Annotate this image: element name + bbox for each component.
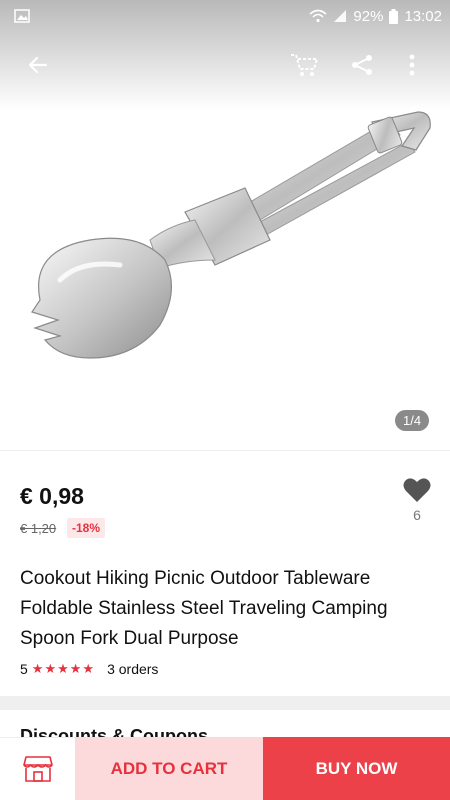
star-rating-icon: ★★★★★ bbox=[31, 661, 96, 676]
store-icon bbox=[22, 756, 53, 782]
cart-icon bbox=[291, 54, 318, 76]
battery-percent: 92% bbox=[353, 7, 384, 25]
bottom-action-bar: ADD TO CART BUY NOW bbox=[0, 737, 450, 800]
product-info: € 0,98 € 1,20 -18% 6 Cookout Hiking Picn… bbox=[0, 450, 450, 695]
wifi-icon bbox=[309, 9, 327, 23]
discount-badge: -18% bbox=[67, 518, 106, 538]
section-divider bbox=[0, 696, 450, 710]
gallery-page-indicator: 1/4 bbox=[395, 410, 430, 431]
orders-count: 3 orders bbox=[107, 661, 159, 677]
app-bar bbox=[0, 36, 450, 94]
add-to-cart-button[interactable]: ADD TO CART bbox=[75, 737, 263, 800]
share-icon bbox=[352, 55, 372, 75]
wishlist-button[interactable]: 6 bbox=[400, 477, 434, 523]
buy-now-button[interactable]: BUY NOW bbox=[263, 737, 450, 800]
status-bar: 92% 13:02 bbox=[0, 0, 450, 32]
back-button[interactable] bbox=[16, 43, 60, 87]
product-image[interactable] bbox=[20, 100, 440, 370]
battery-icon bbox=[389, 8, 399, 24]
rating-row[interactable]: 5 ★★★★★ 3 orders bbox=[20, 661, 158, 677]
price: € 0,98 bbox=[20, 483, 84, 509]
original-price: € 1,20 bbox=[20, 521, 57, 536]
signal-icon bbox=[333, 9, 347, 23]
arrow-left-icon bbox=[28, 56, 48, 74]
rating-value: 5 bbox=[20, 661, 28, 677]
heart-icon bbox=[403, 478, 431, 502]
gallery-notification-icon bbox=[14, 9, 30, 23]
cart-button[interactable] bbox=[282, 43, 326, 87]
more-vert-icon bbox=[409, 54, 415, 76]
more-options-button[interactable] bbox=[390, 43, 434, 87]
store-button[interactable] bbox=[0, 737, 75, 800]
product-title: Cookout Hiking Picnic Outdoor Tableware … bbox=[20, 568, 388, 649]
share-button[interactable] bbox=[340, 43, 384, 87]
wishlist-count: 6 bbox=[413, 507, 421, 523]
clock: 13:02 bbox=[404, 7, 442, 25]
